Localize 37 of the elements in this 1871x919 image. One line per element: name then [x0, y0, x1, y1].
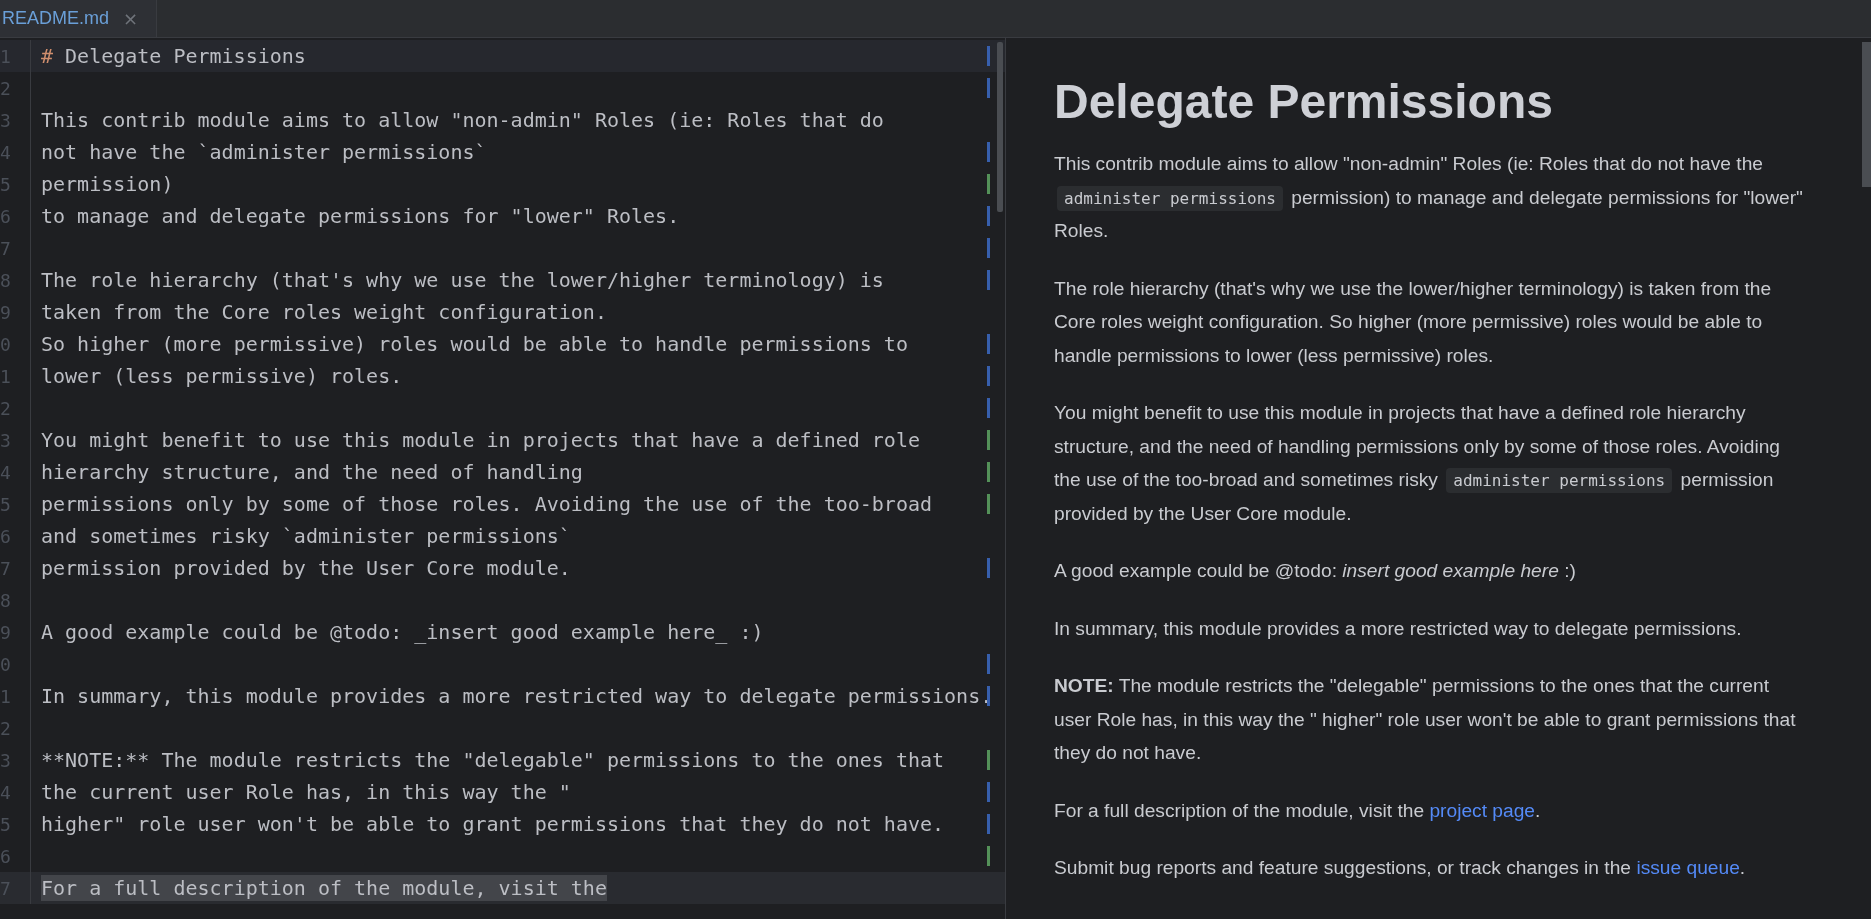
- scrollbar-thumb[interactable]: [997, 42, 1003, 212]
- code-line: to manage and delegate permissions for "lower" Roles.: [41, 203, 680, 229]
- preview-paragraph: NOTE: The module restricts the "delegable" permissions to the ones that the current user Role has, in this way the " higher" role user won't be able to grant permissions that they do not have.: [1054, 674, 1797, 765]
- code-line: In summary, this module provides a more restricted way to delegate permissions.: [41, 683, 993, 709]
- inline-code: administer permissions: [1057, 185, 1283, 211]
- preview-paragraph: This contrib module aims to allow "non-admin" Roles (ie: Roles that do not have the administer permissions permission) to manage and delegate permissions for "lower" Roles.: [1054, 152, 1804, 243]
- link[interactable]: project page: [1429, 799, 1535, 821]
- code-line: A good example could be @todo: _insert good example here_ :): [41, 619, 764, 645]
- code-line: not have the `administer permissions`: [41, 139, 487, 165]
- code-line: The role hierarchy (that's why we use the lower/higher terminology) is: [41, 267, 884, 293]
- code-line: So higher (more permissive) roles would be able to handle permissions to: [41, 331, 908, 357]
- code-line: lower (less permissive) roles.: [41, 363, 403, 389]
- preview-paragraph: A good example could be @todo: insert good example here :): [1054, 559, 1577, 583]
- code-line: taken from the Core roles weight configuration.: [41, 299, 607, 325]
- code-line: You might benefit to use this module in projects that have a defined role: [41, 427, 920, 453]
- preview-heading: Delegate Permissions: [1054, 74, 1554, 129]
- code-line: This contrib module aims to allow "non-admin" Roles (ie: Roles that do: [41, 107, 884, 133]
- code-line: the current user Role has, in this way the ": [41, 779, 571, 805]
- link[interactable]: issue queue: [1636, 857, 1740, 878]
- code-line: permissions only by some of those roles. Avoiding the use of the too-broad: [41, 491, 933, 517]
- code-line: and sometimes risky `administer permissions`: [41, 523, 571, 549]
- preview-paragraph: You might benefit to use this module in projects that have a defined role hierarchy structure, and the need of handling permissions only by some of those roles. Avoiding the use of the too-broad and sometimes risky administer permissions permission provided by the User Core module.: [1054, 401, 1781, 526]
- preview-paragraph: Submit bug reports and feature suggestions, or track changes in the issue queue.: [1054, 856, 1747, 880]
- code-line: permission): [41, 171, 174, 197]
- preview-paragraph: In summary, this module provides a more restricted way to delegate permissions.: [1054, 616, 1743, 641]
- code-line: # Delegate Permissions: [41, 43, 306, 69]
- code-line: higher" role user won't be able to grant permissions that they do not have.: [41, 811, 945, 837]
- inline-code: administer permissions: [1446, 468, 1673, 493]
- tab-label: README.md: [2, 8, 109, 29]
- preview-paragraph: For a full description of the module, visit the project page.: [1054, 798, 1542, 823]
- scrollbar-thumb[interactable]: [1862, 42, 1871, 187]
- file-tab[interactable]: README.md ×: [0, 0, 158, 37]
- code-line: **NOTE:** The module restricts the "delegable" permissions to the ones that: [41, 747, 945, 773]
- code-line: hierarchy structure, and the need of handling: [41, 459, 583, 485]
- preview-paragraph: The role hierarchy (that's why we use the lower/higher terminology) is taken from the Core roles weight configuration. So higher (more permissive) roles would be able to handle permissions to lower (less permissive) roles.: [1054, 276, 1773, 368]
- code-line: permission provided by the User Core module.: [41, 555, 571, 581]
- close-icon[interactable]: ×: [123, 8, 139, 29]
